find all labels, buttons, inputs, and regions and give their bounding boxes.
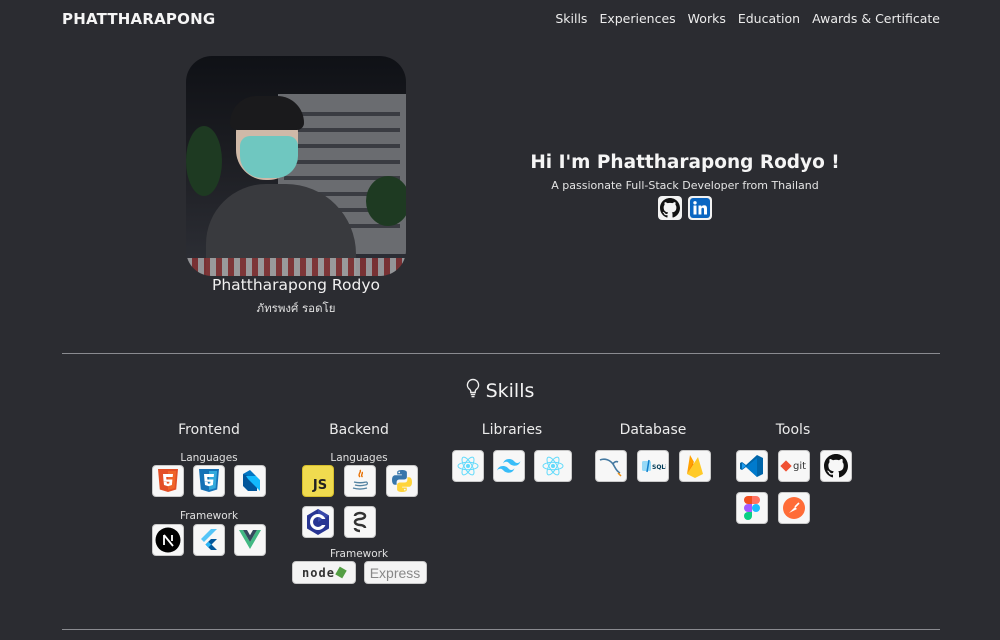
- nodejs-icon: node: [291, 561, 356, 584]
- express-label: Express: [369, 564, 421, 581]
- express-icon: Express: [363, 561, 427, 584]
- python-icon: [386, 465, 418, 497]
- skills-frontend: Frontend Languages Framework: [144, 422, 274, 556]
- nav-link-education[interactable]: Education: [738, 11, 800, 26]
- libraries-icons: [447, 450, 577, 482]
- tools-icons: git: [726, 450, 860, 524]
- hero-section: Hi I'm Phattharapong Rodyo ! A passionat…: [520, 152, 850, 220]
- nav-link-works[interactable]: Works: [688, 11, 726, 26]
- frontend-title: Frontend: [178, 422, 240, 438]
- photo-road: [186, 258, 406, 276]
- git-diamond-icon: [780, 460, 792, 472]
- skills-title: Skills: [485, 379, 535, 402]
- photo-person-hair: [230, 96, 304, 130]
- nav-links: Skills Experiences Works Education Award…: [555, 11, 940, 26]
- linkedin-icon[interactable]: [688, 196, 712, 220]
- photo-tree: [366, 176, 406, 226]
- backend-languages: JS: [288, 465, 430, 538]
- postman-icon: [778, 492, 810, 524]
- skills-heading: Skills: [0, 378, 1000, 403]
- profile-photo: [186, 56, 406, 276]
- github-icon: [820, 450, 852, 482]
- photo-face-mask: [240, 136, 298, 178]
- javascript-icon: JS: [302, 465, 334, 497]
- skills-backend: Backend Languages JS Framework node Expr…: [288, 422, 430, 584]
- nav-link-skills[interactable]: Skills: [555, 11, 587, 26]
- react-icon: [452, 450, 484, 482]
- section-divider: [62, 353, 940, 354]
- frontend-languages-label: Languages: [180, 452, 238, 464]
- frontend-frameworks: [144, 524, 274, 556]
- flutter-icon: [193, 524, 225, 556]
- nextjs-icon: [152, 524, 184, 556]
- hero-tagline: A passionate Full-Stack Developer from T…: [551, 179, 819, 192]
- backend-framework-label: Framework: [329, 548, 389, 560]
- photo-tree: [186, 126, 222, 196]
- frontend-framework-label: Framework: [179, 510, 239, 522]
- backend-frameworks: node Express: [288, 561, 430, 584]
- sequelize-icon: [344, 506, 376, 538]
- libraries-title: Libraries: [481, 422, 543, 438]
- tools-title: Tools: [775, 422, 811, 438]
- c-icon: [302, 506, 334, 538]
- vue-icon: [234, 524, 266, 556]
- hero-greeting: Hi I'm Phattharapong Rodyo !: [530, 152, 840, 173]
- git-icon: git: [778, 450, 810, 482]
- svg-text:SQLite: SQLite: [652, 464, 666, 471]
- git-label: git: [792, 460, 807, 472]
- skills-database: Database SQLite: [588, 422, 718, 482]
- dart-icon: [234, 465, 266, 497]
- react-native-icon: [534, 450, 572, 482]
- vscode-icon: [736, 450, 768, 482]
- brand-logo[interactable]: PHATTHARAPONG: [62, 10, 215, 28]
- skills-libraries: Libraries: [447, 422, 577, 482]
- database-icons: SQLite: [588, 450, 718, 482]
- top-nav: PHATTHARAPONG Skills Experiences Works E…: [62, 0, 940, 38]
- profile-name-th: ภัทรพงศ์ รอดโย: [256, 301, 336, 315]
- backend-languages-label: Languages: [330, 452, 388, 464]
- tailwind-icon: [493, 450, 525, 482]
- profile-name-en: Phattharapong Rodyo: [212, 276, 380, 294]
- github-icon[interactable]: [658, 196, 682, 220]
- css3-icon: [193, 465, 225, 497]
- java-icon: [344, 465, 376, 497]
- node-label: node: [302, 565, 335, 580]
- node-hex-icon: [335, 566, 347, 579]
- skills-tools: Tools git: [726, 422, 860, 524]
- backend-title: Backend: [329, 422, 389, 438]
- sqlite-icon: SQLite: [637, 450, 669, 482]
- nav-link-experiences[interactable]: Experiences: [599, 11, 675, 26]
- figma-icon: [736, 492, 768, 524]
- frontend-languages: [144, 465, 274, 497]
- section-divider-bottom: [62, 629, 940, 630]
- html5-icon: [152, 465, 184, 497]
- lightbulb-icon: [466, 378, 480, 403]
- social-links: [520, 196, 850, 220]
- nav-link-awards[interactable]: Awards & Certificate: [812, 11, 940, 26]
- database-title: Database: [619, 422, 687, 438]
- firebase-icon: [679, 450, 711, 482]
- mysql-icon: [595, 450, 627, 482]
